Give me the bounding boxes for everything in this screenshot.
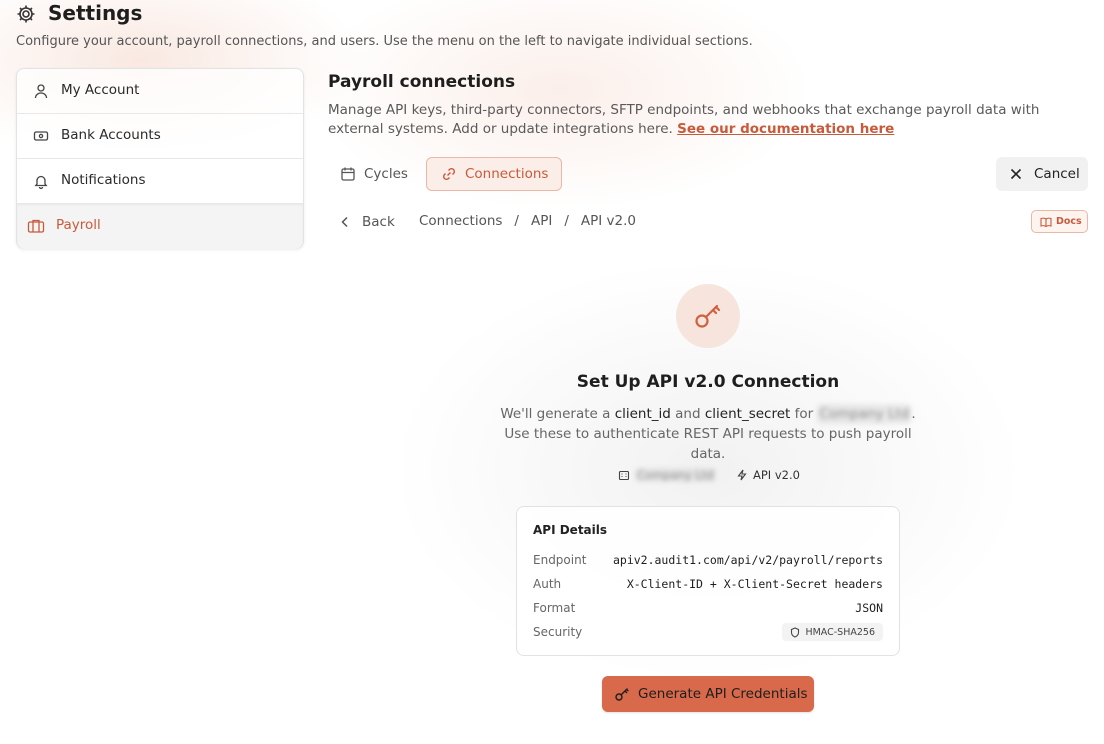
back-button[interactable]: Back — [340, 212, 395, 232]
gear-icon — [16, 4, 36, 24]
detail-key: Format — [533, 601, 576, 615]
sidebar-item-my-account[interactable]: My Account — [17, 69, 303, 114]
detail-row-format: Format JSON — [533, 599, 883, 617]
setup-title: Set Up API v2.0 Connection — [576, 372, 840, 392]
breadcrumb-item-connections[interactable]: Connections — [419, 213, 502, 229]
cancel-label: Cancel — [1034, 166, 1080, 182]
detail-row-endpoint: Endpoint apiv2.audit1.com/api/v2/payroll… — [533, 551, 883, 569]
detail-key: Security — [533, 625, 583, 639]
detail-value: X-Client-ID + X-Client-Secret headers — [626, 577, 883, 591]
breadcrumb-item-api[interactable]: API — [531, 213, 552, 229]
detail-row-auth: Auth X-Client-ID + X-Client-Secret heade… — [533, 575, 883, 593]
book-icon — [1040, 217, 1052, 227]
bell-icon — [33, 173, 49, 189]
version-chip-label: API v2.0 — [753, 468, 800, 482]
security-badge-label: HMAC-SHA256 — [805, 626, 875, 638]
key-badge — [676, 284, 740, 348]
detail-key: Endpoint — [533, 553, 587, 567]
sidebar-item-bank-accounts[interactable]: Bank Accounts — [17, 114, 303, 159]
section-title: Payroll connections — [328, 72, 516, 92]
docs-button[interactable]: Docs — [1031, 210, 1088, 233]
documentation-link[interactable]: See our documentation here — [677, 121, 894, 137]
briefcase-icon — [27, 218, 45, 234]
setup-desc-text: and — [675, 406, 701, 422]
sidebar-item-payroll[interactable]: Payroll — [17, 204, 303, 249]
settings-sidebar: My Account Bank Accounts Notifications P… — [16, 68, 304, 249]
close-icon — [1010, 168, 1022, 180]
sidebar-item-label: Payroll — [56, 217, 101, 233]
breadcrumb-separator: / — [514, 213, 519, 229]
breadcrumb-item-api-v2: API v2.0 — [580, 213, 637, 229]
detail-key: Auth — [533, 577, 562, 591]
key-icon — [614, 686, 630, 702]
setup-desc-text: for — [794, 406, 814, 422]
page-title: Settings — [48, 1, 143, 25]
generate-api-credentials-button[interactable]: Generate API Credentials — [602, 676, 814, 712]
key-icon — [692, 300, 724, 332]
back-label: Back — [362, 214, 395, 230]
detail-value: JSON — [855, 601, 883, 615]
setup-desc-text: We'll generate a — [500, 406, 611, 422]
tab-label: Connections — [465, 166, 549, 182]
sidebar-item-label: Notifications — [61, 172, 146, 188]
redacted-company-name: Company Ltd — [817, 404, 912, 424]
client-id-term: client_id — [614, 406, 671, 422]
sidebar-item-label: My Account — [61, 82, 140, 98]
bolt-icon — [736, 469, 748, 481]
generate-label: Generate API Credentials — [638, 686, 808, 702]
breadcrumb-separator: / — [564, 213, 569, 229]
cancel-button[interactable]: Cancel — [996, 157, 1088, 191]
calendar-icon — [340, 166, 356, 182]
security-badge: HMAC-SHA256 — [782, 623, 883, 641]
company-chip-label: Company Ltd — [635, 468, 716, 482]
building-icon — [618, 469, 630, 481]
sidebar-item-notifications[interactable]: Notifications — [17, 159, 303, 204]
link-icon — [441, 166, 457, 182]
company-chip: Company Ltd — [618, 465, 716, 485]
docs-label: Docs — [1056, 216, 1082, 227]
tab-cycles[interactable]: Cycles — [340, 157, 408, 191]
chevron-left-icon — [340, 216, 350, 228]
page-subtitle: Configure your account, payroll connecti… — [16, 34, 753, 49]
version-chip: API v2.0 — [736, 465, 800, 485]
shield-icon — [790, 626, 800, 638]
banknote-icon — [33, 128, 49, 144]
api-details-card: API Details Endpoint apiv2.audit1.com/ap… — [516, 506, 900, 656]
breadcrumb: Connections / API / API v2.0 — [419, 213, 636, 229]
sidebar-item-label: Bank Accounts — [61, 127, 161, 143]
detail-row-security: Security HMAC-SHA256 — [533, 623, 883, 641]
setup-description: We'll generate a client_id and client_se… — [488, 404, 928, 464]
section-description: Manage API keys, third-party connectors,… — [328, 101, 1088, 139]
client-secret-term: client_secret — [704, 406, 791, 422]
tab-connections[interactable]: Connections — [426, 157, 562, 191]
detail-value: apiv2.audit1.com/api/v2/payroll/reports — [612, 553, 883, 567]
api-details-title: API Details — [533, 523, 608, 537]
user-icon — [33, 83, 49, 99]
tab-label: Cycles — [364, 166, 408, 182]
